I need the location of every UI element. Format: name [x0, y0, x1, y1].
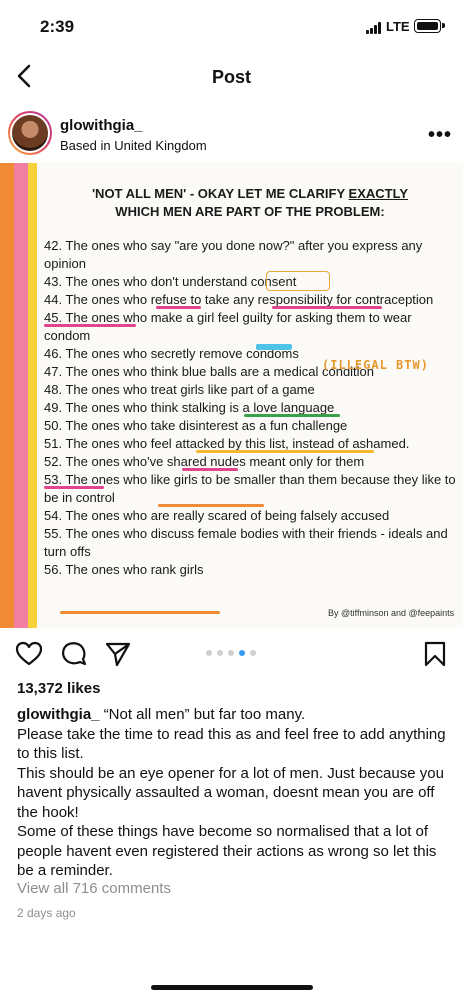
carousel-dots: [206, 650, 258, 658]
carousel-dot: [250, 650, 256, 656]
caption-text: Some of these things have become so norm…: [17, 823, 437, 879]
orange-stripe: [0, 163, 14, 628]
highlight-mark: [256, 344, 292, 350]
author-location[interactable]: Based in United Kingdom: [60, 138, 207, 153]
carousel-dot-active: [239, 650, 245, 656]
post-actions: [0, 636, 463, 672]
highlight-mark: [196, 450, 374, 453]
post-caption: glowithgia_ “Not all men” but far too ma…: [17, 705, 447, 881]
home-indicator[interactable]: [151, 985, 313, 990]
status-time: 2:39: [40, 17, 75, 36]
comment-icon[interactable]: [60, 640, 88, 668]
list-item: 43. The ones who don't understand consen…: [44, 274, 297, 289]
share-icon[interactable]: [104, 640, 132, 668]
image-title: 'NOT ALL MEN' - OKAY LET ME CLARIFY EXAC…: [91, 186, 409, 219]
yellow-stripe: [28, 163, 37, 628]
list-item: 52. The ones who've shared nudes meant o…: [44, 454, 365, 469]
author-username[interactable]: glowithgia_: [60, 117, 143, 134]
signal-icon: [366, 22, 382, 34]
battery-icon: [414, 19, 445, 33]
list-item: 44. The ones who refuse to take any resp…: [44, 292, 434, 307]
post-timestamp: 2 days ago: [17, 906, 76, 920]
list-item: 53. The ones who like girls to be smalle…: [44, 472, 456, 505]
highlight-mark: [272, 306, 382, 309]
carousel-dot: [217, 650, 223, 656]
highlight-mark: [44, 324, 136, 327]
highlight-mark: [156, 306, 201, 309]
bookmark-icon[interactable]: [421, 640, 449, 668]
page-title: Post: [211, 67, 251, 87]
avatar[interactable]: [8, 111, 52, 155]
list-item: 42. The ones who say "are you done now?"…: [44, 238, 423, 271]
list-item: 45. The ones who make a girl feel guilty…: [44, 310, 412, 343]
image-list: 42. The ones who say "are you done now?"…: [44, 237, 456, 579]
list-item: 48. The ones who treat girls like part o…: [44, 382, 315, 397]
image-credit: By @tiffminson and @feepaints: [328, 608, 455, 618]
status-bar: 2:39 LTE: [0, 0, 463, 50]
highlight-mark: [244, 414, 340, 417]
illegal-annotation: (ILLEGAL BTW): [322, 358, 429, 372]
pink-stripe: [14, 163, 28, 628]
carousel-dot: [206, 650, 212, 656]
list-item: 50. The ones who take disinterest as a f…: [44, 418, 348, 433]
post-image[interactable]: 'NOT ALL MEN' - OKAY LET ME CLARIFY EXAC…: [0, 163, 463, 628]
top-nav: Post: [0, 55, 463, 100]
caption-text: Please take the time to read this as and…: [17, 725, 446, 763]
caption-text: “Not all men” but far too many.: [103, 706, 306, 723]
more-options-icon[interactable]: •••: [428, 124, 452, 147]
post-author-row: glowithgia_ Based in United Kingdom •••: [0, 108, 463, 162]
list-item: 56. The ones who rank girls: [44, 562, 204, 577]
likes-count[interactable]: 13,372 likes: [17, 680, 100, 697]
highlight-mark: [60, 611, 220, 614]
caption-username[interactable]: glowithgia_: [17, 706, 100, 723]
caption-text: This should be an eye opener for a lot o…: [17, 764, 444, 821]
highlight-mark: [182, 468, 238, 471]
list-item: 55. The ones who discuss female bodies w…: [44, 526, 448, 559]
list-item: 54. The ones who are really scared of be…: [44, 508, 390, 523]
highlight-mark: [158, 504, 264, 507]
carousel-dot: [228, 650, 234, 656]
view-comments-link[interactable]: View all 716 comments: [17, 880, 171, 897]
highlight-mark: [44, 486, 104, 489]
heart-icon[interactable]: [15, 640, 43, 668]
consent-circle: [266, 271, 330, 291]
network-label: LTE: [386, 19, 410, 34]
